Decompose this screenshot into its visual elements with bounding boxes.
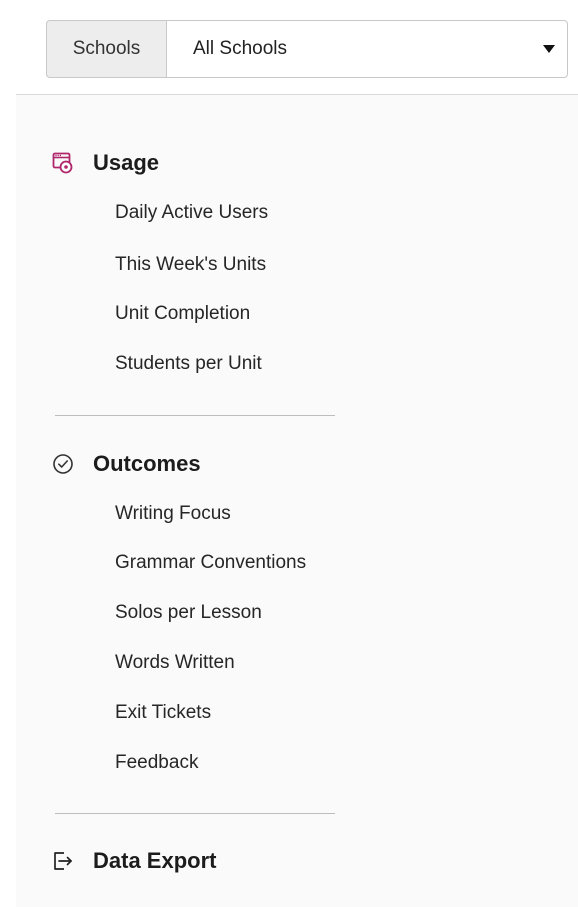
nav-item-students-per-unit[interactable]: Students per Unit xyxy=(115,353,262,375)
section-divider xyxy=(55,415,335,416)
checkmark-circle-icon xyxy=(52,453,74,475)
section-data-export-title: Data Export xyxy=(93,848,217,873)
nav-item-grammar-conventions[interactable]: Grammar Conventions xyxy=(115,552,306,574)
nav-item-words-written[interactable]: Words Written xyxy=(115,652,235,674)
nav-item-this-weeks-units[interactable]: This Week's Units xyxy=(115,254,266,276)
section-outcomes[interactable]: Outcomes xyxy=(52,451,201,477)
nav-item-daily-active-users[interactable]: Daily Active Users xyxy=(115,202,268,224)
school-select[interactable]: All Schools xyxy=(166,20,568,78)
filter-label: Schools xyxy=(46,20,166,78)
school-select-value: All Schools xyxy=(193,38,287,59)
nav-item-unit-completion[interactable]: Unit Completion xyxy=(115,303,250,325)
section-data-export[interactable]: Data Export xyxy=(52,848,216,874)
nav-item-feedback[interactable]: Feedback xyxy=(115,752,198,774)
export-icon xyxy=(52,850,74,872)
caret-down-icon xyxy=(543,45,555,53)
nav-item-solos-per-lesson[interactable]: Solos per Lesson xyxy=(115,602,262,624)
nav-item-exit-tickets[interactable]: Exit Tickets xyxy=(115,702,211,724)
school-filter: Schools All Schools xyxy=(46,20,568,78)
section-usage[interactable]: Usage xyxy=(52,150,159,176)
nav-item-writing-focus[interactable]: Writing Focus xyxy=(115,503,231,525)
usage-icon xyxy=(52,152,74,174)
section-usage-title: Usage xyxy=(93,150,160,175)
section-divider xyxy=(55,813,335,814)
section-outcomes-title: Outcomes xyxy=(93,451,201,476)
